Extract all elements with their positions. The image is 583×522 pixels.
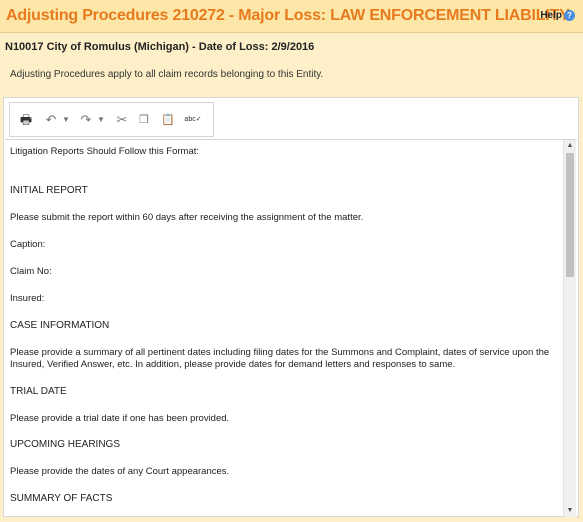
content-line: Claim No: <box>10 266 52 277</box>
redo-dropdown-icon[interactable]: ▼ <box>97 112 105 128</box>
help-icon: ? <box>564 10 575 21</box>
content-line: Please submit the report within 60 days … <box>10 212 364 223</box>
section-heading: TRIAL DATE <box>10 386 67 397</box>
undo-dropdown-icon[interactable]: ▼ <box>62 112 70 128</box>
print-icon[interactable]: 🖶 <box>18 112 34 128</box>
editor-content-area[interactable]: Litigation Reports Should Follow this Fo… <box>5 139 577 517</box>
rich-text-editor: 🖶 ↶ ▼ ↷ ▼ ✂ ❐ 📋 abc✓ Litigation Reports … <box>3 97 579 517</box>
editor-toolbar: 🖶 ↶ ▼ ↷ ▼ ✂ ❐ 📋 abc✓ <box>9 102 214 137</box>
content-line: Please provide the dates of any Court ap… <box>10 466 230 477</box>
redo-icon[interactable]: ↷ <box>78 112 94 128</box>
paste-icon[interactable]: 📋 <box>160 112 176 128</box>
title-bar: Adjusting Procedures 210272 - Major Loss… <box>0 0 583 33</box>
section-heading: INITIAL REPORT <box>10 185 88 196</box>
entity-subtitle: N10017 City of Romulus (Michigan) - Date… <box>5 41 315 53</box>
editor-scrollbar[interactable]: ▲ ▼ <box>563 140 576 517</box>
scrollbar-thumb[interactable] <box>566 153 574 277</box>
help-label: Help <box>540 10 562 21</box>
copy-icon[interactable]: ❐ <box>136 112 152 128</box>
page-title: Adjusting Procedures 210272 - Major Loss… <box>6 7 570 24</box>
procedures-note: Adjusting Procedures apply to all claim … <box>10 69 324 80</box>
section-heading: SUMMARY OF FACTS <box>10 493 113 504</box>
content-line: Please provide a summary of all pertinen… <box>10 347 550 370</box>
scroll-down-icon[interactable]: ▼ <box>566 507 574 515</box>
undo-icon[interactable]: ↶ <box>43 112 59 128</box>
section-heading: CASE INFORMATION <box>10 320 110 331</box>
cut-icon[interactable]: ✂ <box>114 112 130 128</box>
content-line: Litigation Reports Should Follow this Fo… <box>10 146 200 157</box>
content-line: Insured: <box>10 293 45 304</box>
help-link[interactable]: Help ? <box>540 10 575 21</box>
scroll-up-icon[interactable]: ▲ <box>566 142 574 150</box>
content-line: Caption: <box>10 239 46 250</box>
content-line: Please provide a trial date if one has b… <box>10 413 230 424</box>
spellcheck-icon[interactable]: abc✓ <box>182 112 204 128</box>
section-heading: UPCOMING HEARINGS <box>10 439 121 450</box>
